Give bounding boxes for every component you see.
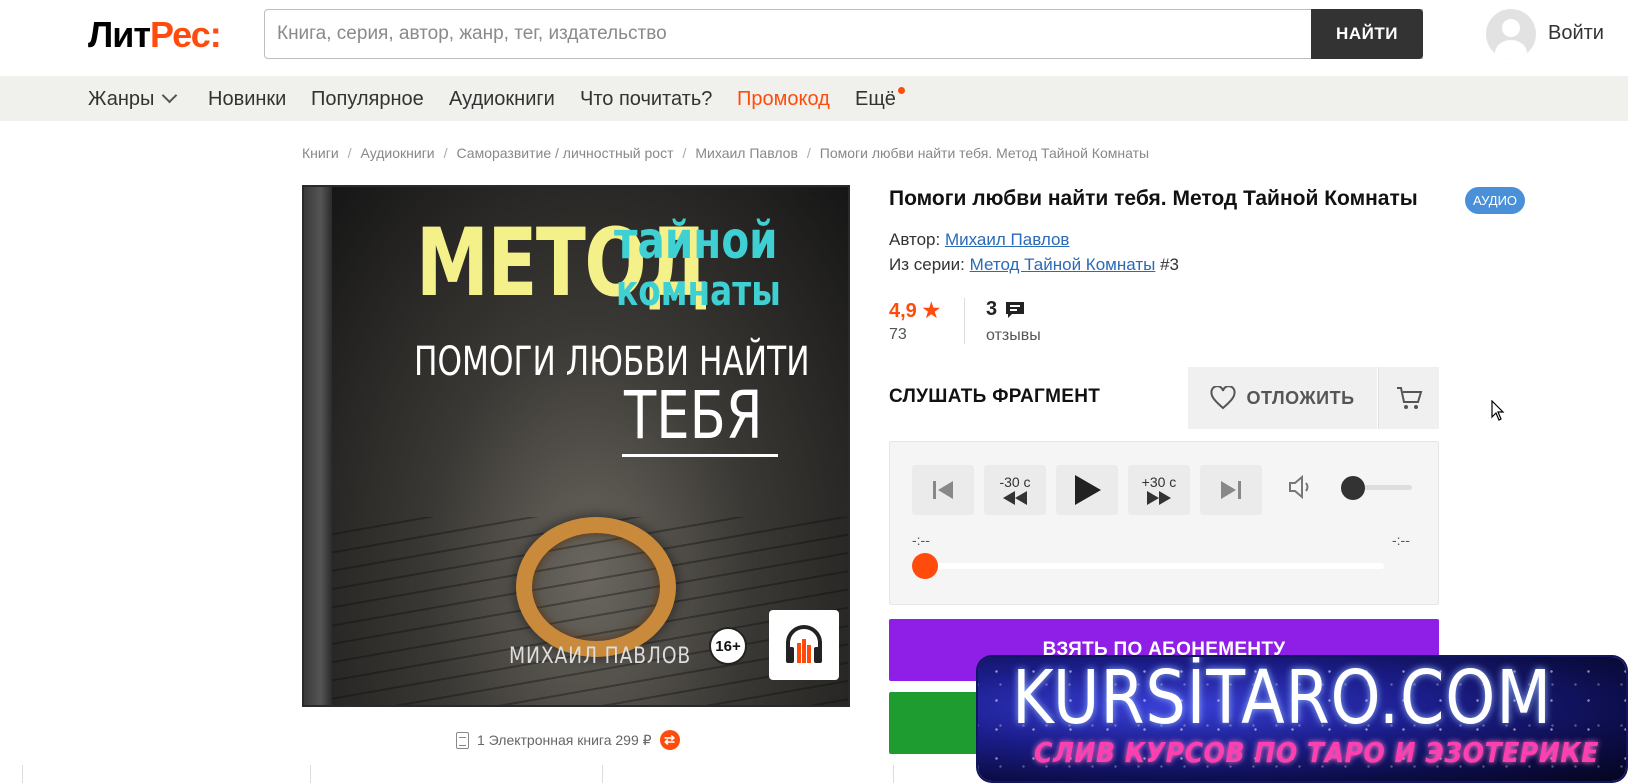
rewind-label: -30 с	[999, 474, 1031, 490]
format-info-label: 1 Электронная книга 299 ₽	[477, 731, 652, 748]
cover-underline	[622, 454, 778, 457]
cd-spine	[304, 187, 332, 705]
book-cover[interactable]: МЕТОД тайной комнаты ПОМОГИ ЛЮБВИ НАЙТИ …	[302, 185, 850, 707]
format-info[interactable]: 1 Электронная книга 299 ₽ ⇄	[456, 730, 680, 750]
breadcrumb-item[interactable]: Саморазвитие / личностный рост	[457, 145, 674, 161]
login-link[interactable]: Войти	[1548, 22, 1604, 45]
nav-popular[interactable]: Популярное	[311, 88, 424, 111]
skip-forward-button[interactable]	[1200, 465, 1262, 515]
series-link[interactable]: Метод Тайной Комнаты	[970, 255, 1156, 274]
reviews[interactable]: 3	[986, 298, 1025, 321]
skip-back-button[interactable]	[912, 465, 974, 515]
reviews-count: 3	[986, 298, 998, 320]
star-icon: ★	[922, 300, 941, 322]
cover-title-line3: комнаты	[616, 266, 781, 315]
skip-next-icon	[1221, 481, 1241, 499]
defer-label: ОТЛОЖИТЬ	[1246, 387, 1355, 408]
reviews-label: отзывы	[986, 327, 1041, 344]
rating[interactable]: 4,9 ★	[889, 298, 940, 323]
rating-count: 73	[889, 326, 907, 343]
watermark-title: KURSİTARO.COM	[1012, 657, 1553, 741]
breadcrumb-item[interactable]: Помоги любви найти тебя. Метод Тайной Ко…	[820, 145, 1149, 161]
mouse-cursor-icon	[1491, 400, 1505, 421]
headphones-icon	[769, 610, 839, 680]
comment-icon	[1006, 301, 1025, 318]
rewind-30-button[interactable]: -30 с	[984, 465, 1046, 515]
defer-button[interactable]: ОТЛОЖИТЬ	[1188, 367, 1377, 429]
series-row: Из серии: Метод Тайной Комнаты #3	[889, 255, 1179, 275]
audio-player: -30 с +30 с -:-- -:--	[889, 441, 1439, 605]
progress-knob[interactable]	[912, 553, 938, 579]
breadcrumb-item[interactable]: Михаил Павлов	[695, 145, 798, 161]
skip-previous-icon	[933, 481, 953, 499]
fast-forward-icon	[1147, 491, 1171, 505]
nav-more[interactable]: Ещё	[855, 87, 905, 111]
nav-genres[interactable]: Жанры	[88, 87, 178, 111]
cart-icon	[1397, 387, 1423, 409]
volume-icon[interactable]	[1288, 474, 1316, 500]
divider	[964, 298, 965, 344]
logo-text-part1: Лит	[88, 14, 151, 55]
cover-author: МИХАИЛ ПАВЛОВ	[509, 644, 692, 669]
series-label: Из серии:	[889, 255, 965, 274]
watermark-banner: KURSİTARO.COM СЛИВ КУРСОВ ПО ТАРО И ЭЗОТ…	[978, 657, 1626, 781]
rewind-icon	[1003, 491, 1027, 505]
play-icon	[1075, 475, 1101, 505]
cart-button[interactable]	[1378, 367, 1439, 429]
volume-knob[interactable]	[1341, 476, 1365, 500]
main-nav: Жанры Новинки Популярное Аудиокниги Что …	[0, 76, 1628, 121]
author-row: Автор: Михаил Павлов	[889, 230, 1069, 250]
nav-audiobooks[interactable]: Аудиокниги	[449, 88, 555, 111]
book-title: Помоги любви найти тебя. Метод Тайной Ко…	[889, 187, 1418, 210]
cover-subtitle-line2: ТЕБЯ	[624, 377, 763, 454]
top-header: ЛитРес: НАЙТИ Войти	[0, 0, 1628, 76]
age-rating-badge: 16+	[709, 627, 747, 665]
author-label: Автор:	[889, 230, 941, 249]
search-input[interactable]	[264, 9, 1423, 59]
author-link[interactable]: Михаил Павлов	[945, 230, 1069, 249]
litres-logo[interactable]: ЛитРес:	[88, 14, 222, 56]
nav-new[interactable]: Новинки	[208, 88, 286, 111]
rating-value: 4,9	[889, 300, 917, 322]
user-avatar-icon[interactable]	[1486, 9, 1536, 59]
current-time: -:--	[912, 532, 930, 548]
cover-title-line2: тайной	[614, 211, 778, 271]
forward-label: +30 с	[1141, 474, 1177, 490]
nav-what-to-read[interactable]: Что почитать?	[580, 88, 712, 111]
nav-more-label: Ещё	[855, 88, 896, 110]
cover-subtitle-line1: ПОМОГИ ЛЮБВИ НАЙТИ	[414, 339, 810, 385]
breadcrumb-item[interactable]: Аудиокниги	[361, 145, 435, 161]
total-time: -:--	[1392, 532, 1410, 548]
nav-genres-label: Жанры	[88, 88, 155, 110]
heart-icon	[1210, 386, 1236, 410]
notification-dot	[897, 87, 905, 94]
progress-slider[interactable]	[924, 563, 1384, 569]
breadcrumb-item[interactable]: Книги	[302, 145, 339, 161]
watermark-subtitle: СЛИВ КУРСОВ ПО ТАРО И ЭЗОТЕРИКЕ	[1034, 736, 1599, 769]
breadcrumb: Книги / Аудиокниги / Саморазвитие / личностн…	[302, 145, 1150, 161]
series-number: #3	[1160, 255, 1179, 274]
search-button[interactable]: НАЙТИ	[1311, 9, 1423, 59]
play-button[interactable]	[1056, 465, 1118, 515]
ring-image	[516, 517, 676, 657]
listen-fragment-label: СЛУШАТЬ ФРАГМЕНТ	[889, 386, 1101, 407]
audio-badge: АУДИО	[1465, 187, 1526, 214]
chevron-down-icon	[162, 87, 178, 104]
nav-promocode[interactable]: Промокод	[737, 88, 830, 111]
forward-30-button[interactable]: +30 с	[1128, 465, 1190, 515]
document-icon	[456, 731, 469, 749]
logo-text-part2: Рес:	[150, 14, 222, 55]
swap-icon: ⇄	[659, 730, 680, 750]
